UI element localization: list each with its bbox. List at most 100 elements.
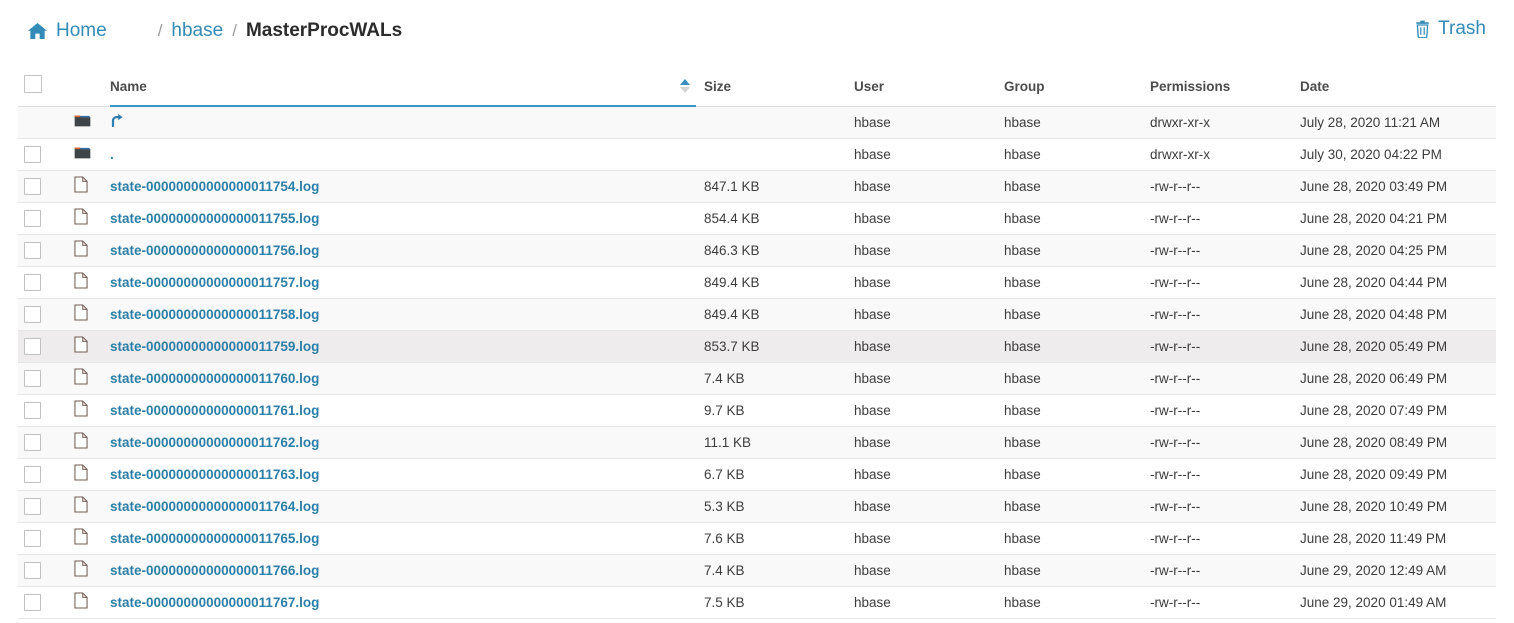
row-name-cell[interactable]: state-00000000000000011765.log: [110, 522, 704, 555]
row-checkbox[interactable]: [24, 497, 41, 515]
row-select-cell[interactable]: [18, 394, 74, 427]
row-name-cell[interactable]: state-00000000000000011758.log: [110, 298, 704, 331]
row-select-cell[interactable]: [18, 266, 74, 299]
file-icon: [74, 426, 110, 459]
row-select-cell[interactable]: [18, 426, 74, 459]
row-select-cell[interactable]: [18, 362, 74, 395]
file-icon: [74, 234, 110, 267]
header-select-all[interactable]: [18, 62, 74, 107]
table-row[interactable]: state-00000000000000011765.log 7.6 KB hbas…: [18, 522, 1496, 555]
row-checkbox[interactable]: [24, 241, 41, 259]
row-select-cell[interactable]: [18, 554, 74, 587]
row-name-cell[interactable]: state-00000000000000011760.log: [110, 362, 704, 395]
folder-icon: [74, 106, 110, 139]
row-select-cell[interactable]: [18, 170, 74, 203]
table-row[interactable]: state-00000000000000011756.log 846.3 KB hb…: [18, 234, 1496, 267]
sort-ascending-icon[interactable]: [680, 78, 690, 93]
row-checkbox[interactable]: [24, 465, 41, 483]
select-all-checkbox[interactable]: [24, 74, 42, 93]
row-checkbox[interactable]: [24, 593, 41, 611]
row-checkbox[interactable]: [24, 401, 41, 419]
parent-directory-link[interactable]: [110, 114, 124, 131]
row-select-cell[interactable]: [18, 298, 74, 331]
row-name-cell[interactable]: state-00000000000000011756.log: [110, 234, 704, 267]
file-link[interactable]: state-00000000000000011757.log: [110, 275, 319, 290]
row-name-cell[interactable]: state-00000000000000011759.log: [110, 330, 704, 363]
file-link[interactable]: state-00000000000000011758.log: [110, 307, 319, 322]
row-select-cell[interactable]: [18, 202, 74, 235]
header-permissions[interactable]: Permissions: [1150, 62, 1300, 107]
row-select-cell[interactable]: [18, 458, 74, 491]
row-group: hbase: [1004, 490, 1150, 523]
file-link[interactable]: state-00000000000000011765.log: [110, 531, 319, 546]
row-checkbox[interactable]: [24, 433, 41, 451]
table-row[interactable]: state-00000000000000011755.log 854.4 KB hb…: [18, 202, 1496, 235]
row-checkbox[interactable]: [24, 177, 41, 195]
file-link[interactable]: state-00000000000000011754.log: [110, 179, 319, 194]
breadcrumb-link-hbase[interactable]: hbase: [171, 20, 223, 42]
table-row[interactable]: state-00000000000000011763.log 6.7 KB hbas…: [18, 458, 1496, 491]
table-row[interactable]: state-00000000000000011761.log 9.7 KB hbas…: [18, 394, 1496, 427]
row-checkbox[interactable]: [24, 209, 41, 227]
breadcrumb-home-link[interactable]: Home: [28, 20, 107, 42]
file-link[interactable]: state-00000000000000011760.log: [110, 371, 319, 386]
table-row[interactable]: state-00000000000000011757.log 849.4 KB hb…: [18, 266, 1496, 299]
row-date: June 28, 2020 04:44 PM: [1300, 266, 1496, 299]
row-permissions: -rw-r--r--: [1150, 362, 1300, 395]
row-name-cell[interactable]: state-00000000000000011764.log: [110, 490, 704, 523]
table-row[interactable]: state-00000000000000011762.log 11.1 KB hba…: [18, 426, 1496, 459]
row-name-cell[interactable]: state-00000000000000011767.log: [110, 586, 704, 619]
table-row[interactable]: state-00000000000000011758.log 849.4 KB hb…: [18, 298, 1496, 331]
row-select-cell[interactable]: [18, 234, 74, 267]
file-link[interactable]: state-00000000000000011756.log: [110, 243, 319, 258]
row-checkbox[interactable]: [24, 305, 41, 323]
file-link[interactable]: state-00000000000000011755.log: [110, 211, 319, 226]
table-row[interactable]: state-00000000000000011764.log 5.3 KB hbas…: [18, 490, 1496, 523]
table-row[interactable]: state-00000000000000011759.log 853.7 KB hb…: [18, 330, 1496, 363]
row-name-cell[interactable]: state-00000000000000011757.log: [110, 266, 704, 299]
table-row[interactable]: state-00000000000000011766.log 7.4 KB hbas…: [18, 554, 1496, 587]
file-link[interactable]: state-00000000000000011762.log: [110, 435, 319, 450]
row-permissions: -rw-r--r--: [1150, 170, 1300, 203]
row-select-cell[interactable]: [18, 138, 74, 171]
current-directory-link[interactable]: .: [110, 147, 114, 162]
row-checkbox[interactable]: [24, 369, 41, 387]
table-row[interactable]: . hbase hbase drwxr-xr-x July 30, 2020 04:22…: [18, 138, 1496, 171]
header-date[interactable]: Date: [1300, 62, 1496, 107]
row-checkbox[interactable]: [24, 273, 41, 291]
row-name-cell[interactable]: state-00000000000000011754.log: [110, 170, 704, 203]
row-checkbox[interactable]: [24, 529, 41, 547]
row-user: hbase: [854, 490, 1004, 523]
row-name-cell[interactable]: state-00000000000000011755.log: [110, 202, 704, 235]
row-checkbox[interactable]: [24, 337, 41, 355]
header-group[interactable]: Group: [1004, 62, 1150, 107]
file-link[interactable]: state-00000000000000011764.log: [110, 499, 319, 514]
row-group: hbase: [1004, 202, 1150, 235]
trash-button[interactable]: Trash: [1415, 18, 1486, 40]
row-checkbox[interactable]: [24, 145, 41, 163]
row-name-cell[interactable]: .: [110, 138, 704, 171]
header-name[interactable]: Name: [110, 62, 704, 107]
row-name-cell[interactable]: state-00000000000000011761.log: [110, 394, 704, 427]
row-select-cell[interactable]: [18, 522, 74, 555]
row-name-cell[interactable]: [110, 106, 704, 139]
row-size: 849.4 KB: [704, 266, 854, 299]
file-link[interactable]: state-00000000000000011759.log: [110, 339, 319, 354]
file-link[interactable]: state-00000000000000011761.log: [110, 403, 319, 418]
table-row[interactable]: state-00000000000000011754.log 847.1 KB hb…: [18, 170, 1496, 203]
row-name-cell[interactable]: state-00000000000000011766.log: [110, 554, 704, 587]
table-row[interactable]: state-00000000000000011767.log 7.5 KB hbas…: [18, 586, 1496, 619]
row-name-cell[interactable]: state-00000000000000011763.log: [110, 458, 704, 491]
row-select-cell[interactable]: [18, 330, 74, 363]
table-row[interactable]: hbase hbase drwxr-xr-x July 28, 2020 11:21 …: [18, 106, 1496, 139]
file-link[interactable]: state-00000000000000011766.log: [110, 563, 319, 578]
file-link[interactable]: state-00000000000000011767.log: [110, 595, 319, 610]
table-row[interactable]: state-00000000000000011760.log 7.4 KB hbas…: [18, 362, 1496, 395]
file-link[interactable]: state-00000000000000011763.log: [110, 467, 319, 482]
row-name-cell[interactable]: state-00000000000000011762.log: [110, 426, 704, 459]
row-select-cell[interactable]: [18, 586, 74, 619]
header-user[interactable]: User: [854, 62, 1004, 107]
header-size[interactable]: Size: [704, 62, 854, 107]
row-select-cell[interactable]: [18, 490, 74, 523]
row-checkbox[interactable]: [24, 561, 41, 579]
